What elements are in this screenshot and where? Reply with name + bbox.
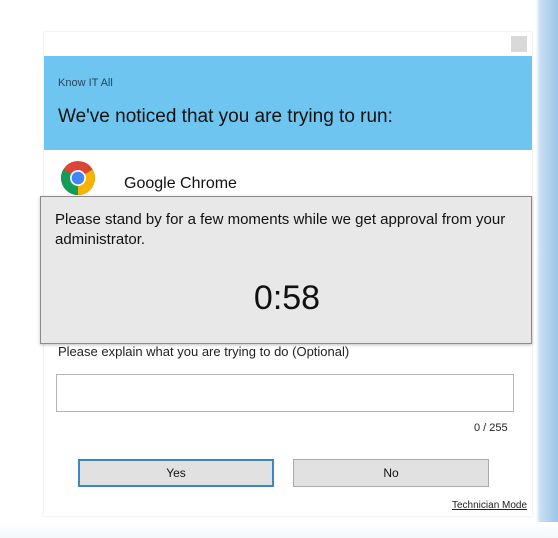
no-button[interactable]: No: [293, 459, 489, 487]
standby-message: Please stand by for a few moments while …: [55, 211, 506, 248]
char-counter: 0 / 255: [474, 422, 508, 434]
explain-input[interactable]: [56, 374, 514, 412]
requested-app-row: Google Chrome: [44, 150, 532, 200]
app-name: Google Chrome: [124, 175, 237, 192]
approval-wait-overlay: Please stand by for a few moments while …: [40, 196, 532, 344]
header-banner: Know IT All We've noticed that you are t…: [44, 56, 532, 150]
page-title: We've noticed that you are trying to run…: [58, 106, 393, 127]
technician-mode-link[interactable]: Technician Mode: [452, 500, 527, 511]
yes-button[interactable]: Yes: [78, 459, 274, 487]
close-icon[interactable]: [511, 36, 527, 52]
explain-label: Please explain what you are trying to do…: [58, 345, 350, 359]
chrome-logo-icon: [61, 161, 95, 195]
countdown-timer: 0:58: [253, 279, 321, 317]
title-bar: [44, 32, 532, 56]
desktop-bottom-area: [0, 522, 558, 538]
brand-label: Know IT All: [58, 77, 113, 89]
